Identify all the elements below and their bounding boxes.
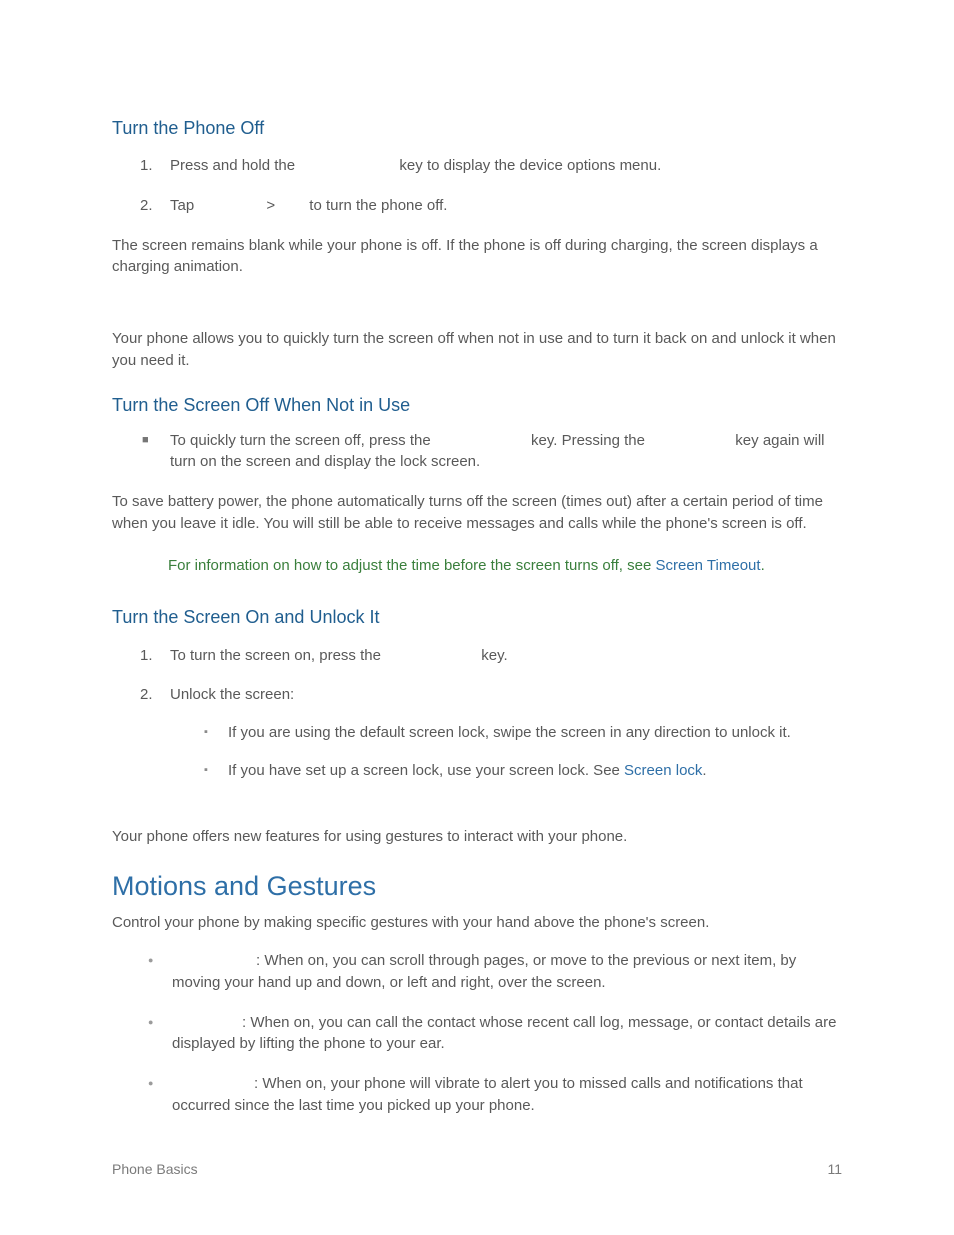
step-1: 1. Press and hold the key to display the… <box>140 155 842 177</box>
spacer <box>112 800 842 826</box>
motions-list: : When on, you can scroll through pages,… <box>144 950 842 1117</box>
note-text: . <box>761 557 765 574</box>
step-text: key to display the device options menu. <box>395 157 661 174</box>
list-item: : When on, you can call the contact whos… <box>144 1012 842 1056</box>
note-text: For information on how to adjust the tim… <box>168 557 656 574</box>
step-text: key. <box>477 647 508 664</box>
screen-intro: Your phone allows you to quickly turn th… <box>112 328 842 372</box>
list-item: If you have set up a screen lock, use yo… <box>200 760 842 782</box>
footer-page-number: 11 <box>827 1159 842 1179</box>
turn-screen-on-steps: 1. To turn the screen on, press the key.… <box>140 645 842 782</box>
sub-text: If you have set up a screen lock, use yo… <box>228 762 624 779</box>
step-text: to turn the phone off. <box>305 197 447 214</box>
item-text: : When on, you can call the contact whos… <box>172 1014 837 1053</box>
list-item: : When on, you can scroll through pages,… <box>144 950 842 994</box>
step-2: 2. Tap > to turn the phone off. <box>140 195 842 217</box>
turn-screen-off-para: To save battery power, the phone automat… <box>112 491 842 535</box>
turn-screen-off-bullets: To quickly turn the screen off, press th… <box>136 430 842 474</box>
step-text: Tap <box>170 197 198 214</box>
list-item: To quickly turn the screen off, press th… <box>136 430 842 474</box>
page-footer: Phone Basics 11 <box>112 1159 842 1179</box>
list-item: : When on, your phone will vibrate to al… <box>144 1073 842 1117</box>
footer-section: Phone Basics <box>112 1159 198 1179</box>
bullet-text: To quickly turn the screen off, press th… <box>170 432 435 449</box>
step-number: 1. <box>140 155 153 177</box>
item-text: : When on, you can scroll through pages,… <box>172 952 796 991</box>
step-number: 2. <box>140 684 153 706</box>
unlock-sublist: If you are using the default screen lock… <box>200 722 842 782</box>
heading-turn-phone-off: Turn the Phone Off <box>112 115 842 141</box>
turn-phone-off-steps: 1. Press and hold the key to display the… <box>140 155 842 217</box>
link-screen-timeout[interactable]: Screen Timeout <box>656 557 761 574</box>
page-content: Turn the Phone Off 1. Press and hold the… <box>0 0 954 1117</box>
motions-intro: Control your phone by making specific ge… <box>112 912 842 934</box>
spacer <box>112 298 842 328</box>
tip-note: For information on how to adjust the tim… <box>112 555 842 577</box>
separator: > <box>266 197 275 214</box>
list-item: If you are using the default screen lock… <box>200 722 842 744</box>
step-text: Press and hold the <box>170 157 299 174</box>
item-text: : When on, your phone will vibrate to al… <box>172 1075 803 1114</box>
step-2: 2. Unlock the screen: If you are using t… <box>140 684 842 781</box>
heading-turn-screen-on: Turn the Screen On and Unlock It <box>112 604 842 630</box>
heading-turn-screen-off: Turn the Screen Off When Not in Use <box>112 392 842 418</box>
step-text: To turn the screen on, press the <box>170 647 385 664</box>
step-number: 1. <box>140 645 153 667</box>
sub-text: . <box>702 762 706 779</box>
step-1: 1. To turn the screen on, press the key. <box>140 645 842 667</box>
turn-phone-off-note: The screen remains blank while your phon… <box>112 235 842 279</box>
step-text: Unlock the screen: <box>170 686 294 703</box>
link-screen-lock[interactable]: Screen lock <box>624 762 702 779</box>
heading-motions-gestures: Motions and Gestures <box>112 867 842 906</box>
step-number: 2. <box>140 195 153 217</box>
bullet-text: key. Pressing the <box>527 432 649 449</box>
gestures-intro: Your phone offers new features for using… <box>112 826 842 848</box>
